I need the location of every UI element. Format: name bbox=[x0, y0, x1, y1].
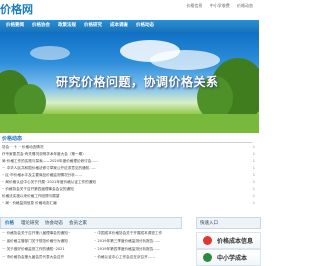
nav-item[interactable]: 价格协会 bbox=[32, 22, 50, 28]
news-row[interactable]: 疗专家委员会·有关情况说明学术年度大会（第一期） 1 bbox=[2, 152, 256, 158]
news-row-title: 协会 ·· 十 ·· 价格动态情况 bbox=[2, 145, 44, 149]
list-row-right: ·· 中国成本价格协会关于开展成本调查工作 bbox=[94, 231, 163, 235]
top-bar: 价格网 价格信息 中小学收费 价格动态 bbox=[0, 0, 259, 20]
top-links: 价格信息 中小学收费 价格动态 bbox=[180, 3, 253, 9]
top-link[interactable]: 价格信息 bbox=[186, 3, 202, 8]
nav-item[interactable]: 成本调查 bbox=[110, 22, 128, 28]
list-row[interactable]: ··· 关于做好价格监测工作的通知··2021 ·· 2019年第四季度价格监测分… bbox=[2, 247, 182, 253]
news-row-date: 1 bbox=[252, 173, 255, 177]
quick-button-cost-info[interactable]: 价格成本信息 bbox=[196, 232, 261, 249]
news-row-title: ·· 局价格认证中心关于开展··2021年度价格认证工作的通知 bbox=[2, 180, 96, 184]
news-row[interactable]: ·· 局价格认证中心关于开展··2021年度价格认证工作的通知 1 bbox=[2, 180, 256, 186]
quick-entry-title: 快速入口 bbox=[200, 221, 218, 226]
list-row-right: ·· 2019年第四季度价格监测分析报告…… bbox=[94, 247, 161, 251]
list-row-right: ·· 价格认证中心工作会议在京召开…… bbox=[94, 255, 155, 259]
nav-item[interactable]: 价格动态 bbox=[136, 22, 154, 28]
news-row-title: ·· 区·市价格水平及主要商品价格监测情况分析…… bbox=[2, 173, 83, 177]
list-row-left: ··· 省价格主管部门关于规范价格行为通知 bbox=[2, 239, 68, 243]
list-row[interactable]: ··· 市价格协会第九届会员代表大会召开 ·· 价格认证中心工作会议在京召开…… bbox=[2, 255, 182, 261]
tab-item[interactable]: 理论研究 bbox=[21, 220, 39, 226]
news-row-title: 局·价格工作的实践与探索——2020年度价格理论研讨会…… bbox=[2, 159, 99, 163]
news-row-date: 1 bbox=[252, 180, 255, 184]
list-row-right: ·· 2019年第三季度价格监测分析报告…… bbox=[94, 239, 161, 243]
divider bbox=[2, 142, 252, 143]
news-row-date: 1 bbox=[252, 145, 255, 149]
news-row[interactable]: 协会 ·· 十 ·· 价格动态情况 1 bbox=[2, 145, 256, 151]
green-circle-icon bbox=[203, 253, 212, 262]
news-row[interactable]: ·· 局·· 价格监测信息 价格动态汇编 1 bbox=[2, 201, 256, 207]
news-row-date: 1 bbox=[252, 166, 255, 170]
nav-item[interactable]: 价格研究 bbox=[84, 22, 102, 28]
news-row-date: 1 bbox=[252, 159, 255, 163]
news-row[interactable]: ·· 价格协会关于召开第四届理事会会议的通知 1 bbox=[2, 187, 256, 193]
quick-entry-header: 快速入口 bbox=[196, 217, 261, 229]
list-row-left: ··· 价格协会关于召开第八届理事会的通知·· bbox=[2, 231, 70, 235]
news-section-title: 价格动态 bbox=[2, 136, 23, 142]
top-link[interactable]: 价格动态 bbox=[237, 3, 253, 8]
main-nav: 价格要闻 价格协会 政策法规 价格研究 成本调查 价格动态 bbox=[0, 20, 259, 32]
news-row-title: 疗专家委员会·有关情况说明学术年度大会（第一期） bbox=[2, 152, 86, 156]
category-tabs: 价格 理论研究 协会动态 会员之家 bbox=[0, 217, 182, 229]
news-row-date: 1 bbox=[252, 194, 255, 198]
top-link[interactable]: 中小学收费 bbox=[210, 3, 230, 8]
quick-button-label: 中小学成本 bbox=[217, 255, 248, 262]
site-logo[interactable]: 价格网 bbox=[0, 1, 33, 17]
list-row[interactable]: ··· 价格协会关于召开第八届理事会的通知·· ·· 中国成本价格协会关于开展成本… bbox=[2, 231, 182, 237]
secondary-list: ··· 价格协会关于召开第八届理事会的通知·· ·· 中国成本价格协会关于开展成本… bbox=[0, 229, 182, 265]
news-section: 价格动态 协会 ·· 十 ·· 价格动态情况 1 疗专家委员会·有关情况说明学术年… bbox=[0, 133, 259, 213]
red-circle-icon bbox=[203, 236, 212, 245]
news-row[interactable]: ··· 中华人民共和国价格法修订草案公开征求意见的通知…… 1 bbox=[2, 166, 256, 172]
tab-item[interactable]: 协会动态 bbox=[45, 220, 63, 226]
list-row-left: ··· 关于做好价格监测工作的通知··2021 bbox=[2, 247, 65, 251]
news-row[interactable]: 价格法实施以来价格工作回顾与展望 1 bbox=[2, 194, 256, 200]
nav-item[interactable]: 价格要闻 bbox=[6, 22, 24, 28]
news-row-title: 价格法实施以来价格工作回顾与展望 bbox=[2, 194, 60, 198]
quick-button-school-cost[interactable]: 中小学成本 bbox=[196, 249, 261, 266]
news-row[interactable]: 局·价格工作的实践与探索——2020年度价格理论研讨会…… 1 bbox=[2, 159, 256, 165]
news-row-date: 1 bbox=[252, 152, 255, 156]
tab-item[interactable]: 价格 bbox=[5, 220, 14, 226]
news-row[interactable]: ·· 区·市价格水平及主要商品价格监测情况分析…… 1 bbox=[2, 173, 256, 179]
tab-item[interactable]: 会员之家 bbox=[69, 220, 87, 226]
hero-banner: 研究价格问题，协调价格关系 bbox=[0, 32, 259, 133]
quick-button-label: 价格成本信息 bbox=[217, 238, 254, 245]
list-row[interactable]: ··· 省价格主管部门关于规范价格行为通知 ·· 2019年第三季度价格监测分析报… bbox=[2, 239, 182, 245]
banner-slogan: 研究价格问题，协调价格关系 bbox=[56, 75, 219, 89]
news-row-title: ·· 局·· 价格监测信息 价格动态汇编 bbox=[2, 201, 57, 205]
news-row-title: ·· 价格协会关于召开第四届理事会会议的通知 bbox=[2, 187, 74, 191]
list-row-left: ··· 市价格协会第九届会员代表大会召开 bbox=[2, 255, 65, 259]
news-row-date: 1 bbox=[252, 187, 255, 191]
news-row-date: 1 bbox=[252, 201, 255, 205]
news-row-title: ··· 中华人民共和国价格法修订草案公开征求意见的通知…… bbox=[2, 166, 97, 170]
nav-item[interactable]: 政策法规 bbox=[58, 22, 76, 28]
